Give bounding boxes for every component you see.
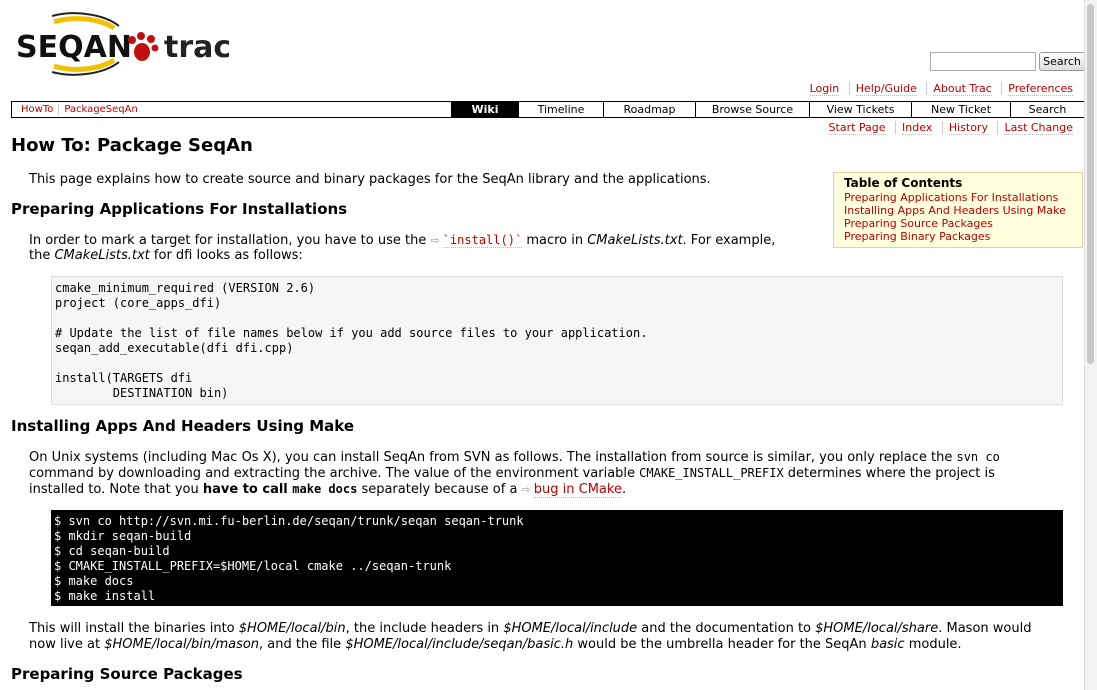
search-input[interactable] <box>930 52 1036 71</box>
search-button[interactable]: Search <box>1039 52 1085 71</box>
install-macro-link[interactable]: `install()` <box>442 233 523 248</box>
scrollbar-thumb[interactable] <box>1087 4 1094 364</box>
tab-roadmap[interactable]: Roadmap <box>603 102 695 117</box>
help-guide-link[interactable]: Help/Guide <box>855 82 917 96</box>
preferences-link[interactable]: Preferences <box>1008 82 1073 96</box>
table-of-contents: Table of Contents Preparing Applications… <box>833 172 1083 248</box>
seqan-trac-logo[interactable]: SEQAN trac <box>14 10 229 80</box>
toc-item[interactable]: Preparing Applications For Installations <box>844 191 1072 204</box>
bug-in-cmake-link[interactable]: bug in CMake <box>533 482 622 498</box>
history-link[interactable]: History <box>948 121 988 135</box>
vertical-scrollbar[interactable] <box>1084 0 1097 690</box>
breadcrumb-howto[interactable]: HowTo <box>21 104 53 115</box>
tab-browse-source[interactable]: Browse Source <box>695 102 809 117</box>
section-heading: Preparing Applications For Installations <box>11 200 348 218</box>
paragraph: now live at $HOME/local/bin/mason, and t… <box>29 637 962 652</box>
external-link-icon: ⇨ <box>430 234 440 247</box>
paragraph: installed to. Note that you have to call… <box>29 482 627 498</box>
main-nav-bar: HowTo PackageSeqAn Wiki Timeline Roadmap … <box>11 101 1086 118</box>
section-heading: Installing Apps And Headers Using Make <box>11 417 355 435</box>
page: SEQAN trac Search Login Help/Guide About… <box>0 0 1086 690</box>
tab-wiki[interactable]: Wiki <box>451 102 518 117</box>
toc-item[interactable]: Preparing Binary Packages <box>844 230 1072 243</box>
tab-search[interactable]: Search <box>1010 102 1084 117</box>
paragraph: In order to mark a target for installati… <box>29 233 776 248</box>
last-change-link[interactable]: Last Change <box>1004 121 1073 135</box>
login-link[interactable]: Login <box>809 82 840 96</box>
paragraph: On Unix systems (including Mac Os X), yo… <box>29 450 1000 465</box>
index-link[interactable]: Index <box>902 121 933 135</box>
paragraph: This will install the binaries into $HOM… <box>29 621 1032 636</box>
page-nav: Start Page Index History Last Change <box>823 121 1079 135</box>
section-heading: Preparing Source Packages <box>11 665 243 683</box>
toc-item[interactable]: Preparing Source Packages <box>844 217 1072 230</box>
shell-code-block: $ svn co http://svn.mi.fu-berlin.de/seqa… <box>51 510 1063 606</box>
tab-view-tickets[interactable]: View Tickets <box>809 102 911 117</box>
tab-timeline[interactable]: Timeline <box>518 102 603 117</box>
breadcrumb-packageseqan[interactable]: PackageSeqAn <box>64 104 137 115</box>
paragraph: the CMakeLists.txt for dfi looks as foll… <box>29 248 303 263</box>
breadcrumb: HowTo PackageSeqAn <box>16 102 143 117</box>
code-block: cmake_minimum_required (VERSION 2.6) pro… <box>51 276 1063 405</box>
svg-text:trac: trac <box>164 30 229 65</box>
about-trac-link[interactable]: About Trac <box>933 82 992 96</box>
tab-new-ticket[interactable]: New Ticket <box>911 102 1010 117</box>
toc-title: Table of Contents <box>844 176 963 190</box>
meta-nav: Login Help/Guide About Trac Preferences <box>804 82 1079 96</box>
page-title: How To: Package SeqAn <box>11 135 253 156</box>
paragraph: command by downloading and extracting th… <box>29 466 995 481</box>
main-nav: Wiki Timeline Roadmap Browse Source View… <box>451 102 1084 117</box>
svg-text:SEQAN: SEQAN <box>16 30 132 65</box>
toc-item[interactable]: Installing Apps And Headers Using Make <box>844 204 1072 217</box>
start-page-link[interactable]: Start Page <box>828 121 886 135</box>
intro-text: This page explains how to create source … <box>29 172 711 187</box>
external-link-icon: ⇨ <box>521 483 531 496</box>
